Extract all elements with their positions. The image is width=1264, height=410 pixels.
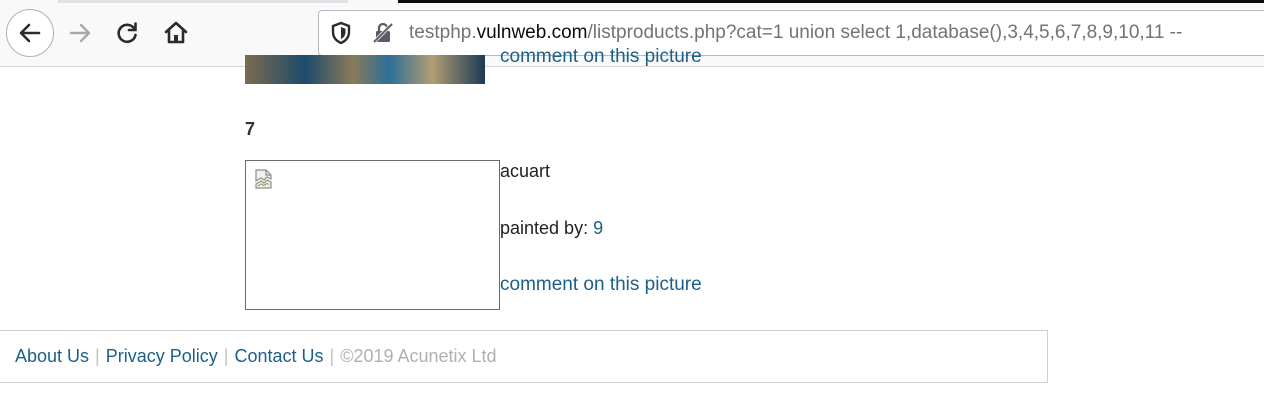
url-path: /listproducts.php?cat=1 union select 1,d…: [587, 22, 1183, 43]
item-image[interactable]: [245, 160, 500, 310]
painted-by-line: painted by: 9: [500, 218, 603, 239]
footer-separator: |: [223, 346, 229, 366]
previous-item-thumbnail[interactable]: [245, 55, 485, 84]
painted-by-label: painted by:: [500, 218, 589, 238]
forward-arrow-icon: [69, 23, 91, 43]
url-prefix: testphp.: [409, 22, 477, 43]
forward-button[interactable]: [56, 9, 104, 57]
privacy-policy-link[interactable]: Privacy Policy: [106, 346, 218, 366]
footer-links: About Us | Privacy Policy | Contact Us | ©2019…: [15, 346, 497, 367]
reload-button[interactable]: [103, 9, 151, 57]
tab-strip-edge: [58, 0, 348, 3]
item-title: acuart: [500, 161, 551, 181]
footer-separator: |: [329, 346, 335, 366]
about-us-link[interactable]: About Us: [15, 346, 89, 366]
broken-image-icon: [254, 168, 274, 195]
comment-link[interactable]: comment on this picture: [500, 274, 702, 296]
url-domain: vulnweb.com: [476, 22, 588, 43]
footer-separator: |: [95, 346, 100, 366]
insecure-lock-icon[interactable]: [371, 21, 395, 50]
reload-icon: [117, 22, 137, 44]
item-id-heading: 7: [245, 119, 256, 139]
shield-icon[interactable]: [330, 21, 352, 50]
home-icon: [164, 21, 188, 44]
back-arrow-icon: [19, 23, 41, 43]
previous-comment-link[interactable]: comment on this picture: [500, 46, 702, 68]
copyright-text: ©2019 Acunetix Ltd: [340, 346, 497, 366]
contact-us-link[interactable]: Contact Us: [234, 346, 323, 366]
address-bar[interactable]: testphp.vulnweb.com/listproducts.php?cat…: [318, 10, 1264, 56]
tab-strip-edge-dark: [398, 0, 1264, 3]
url-text[interactable]: testphp.vulnweb.com/listproducts.php?cat…: [409, 22, 1182, 44]
home-button[interactable]: [152, 9, 200, 57]
back-button[interactable]: [6, 9, 54, 57]
artist-link[interactable]: 9: [593, 218, 603, 238]
footer: About Us | Privacy Policy | Contact Us | ©2019…: [0, 330, 1048, 383]
